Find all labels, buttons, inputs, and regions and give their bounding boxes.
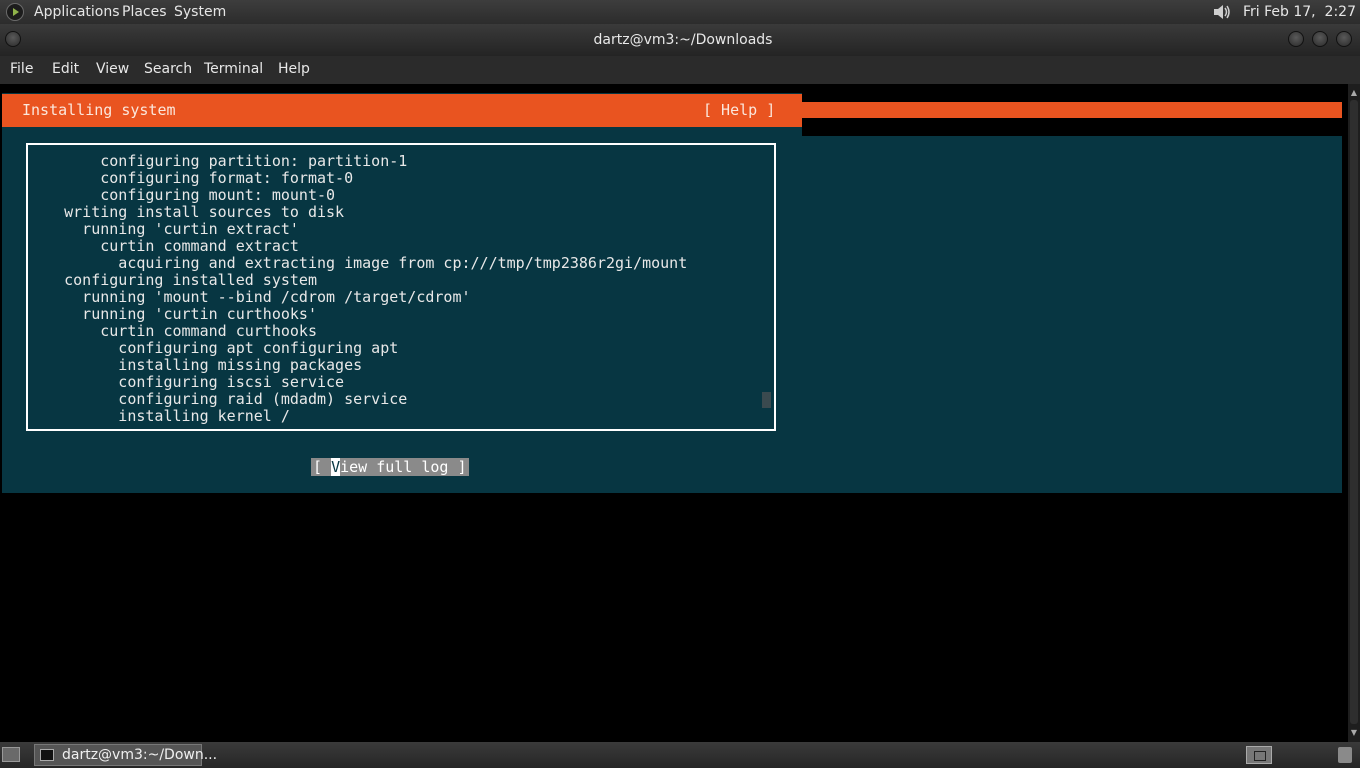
log-line: curtin command curthooks — [28, 322, 317, 340]
log-line: acquiring and extracting image from cp:/… — [28, 254, 688, 272]
log-scroll-indicator[interactable] — [762, 392, 771, 408]
taskbar-item-label: dartz@vm3:~/Down... — [62, 747, 218, 763]
system-menu[interactable]: System — [174, 4, 226, 20]
menu-help[interactable]: Help — [278, 61, 310, 77]
log-line: installing kernel / — [28, 407, 290, 425]
menu-search[interactable]: Search — [144, 61, 192, 77]
taskbar-item-terminal[interactable]: dartz@vm3:~/Down... — [34, 744, 217, 766]
text-cursor: V — [331, 458, 341, 476]
window-title: dartz@vm3:~/Downloads — [593, 32, 773, 48]
view-full-log-button[interactable]: [ View full log ] — [311, 458, 469, 476]
log-line: configuring format: format-0 — [28, 169, 354, 187]
volume-icon[interactable] — [1212, 4, 1232, 20]
log-line: configuring raid (mdadm) service — [28, 390, 408, 408]
terminal-area[interactable]: Installing system [ Help ] configuring p… — [0, 84, 1348, 742]
places-menu[interactable]: Places — [122, 4, 167, 20]
maximize-button[interactable] — [1312, 31, 1328, 47]
header-divider-top — [802, 84, 1342, 102]
show-desktop-icon[interactable] — [2, 747, 20, 762]
install-log-box[interactable]: configuring partition: partition-1 confi… — [26, 143, 776, 431]
log-line: configuring partition: partition-1 — [28, 152, 408, 170]
trash-icon[interactable] — [1338, 747, 1352, 763]
log-line: writing install sources to disk — [28, 203, 345, 221]
view-log-label: iew full log ] — [340, 458, 467, 476]
header-extension — [802, 102, 1342, 118]
applications-menu[interactable]: Applications — [34, 4, 120, 20]
log-line: configuring apt configuring apt — [28, 339, 399, 357]
log-line: running 'mount --bind /cdrom /target/cdr… — [28, 288, 471, 306]
scroll-down-arrow-icon[interactable]: ▼ — [1349, 728, 1359, 738]
clock[interactable]: Fri Feb 17, 2:27 AM — [1243, 4, 1360, 20]
header-divider-bottom — [802, 118, 1342, 136]
log-line: configuring iscsi service — [28, 373, 345, 391]
workspace-switcher-icon[interactable] — [1246, 746, 1272, 764]
log-line: running 'curtin extract' — [28, 220, 299, 238]
menu-terminal[interactable]: Terminal — [204, 61, 263, 77]
close-button[interactable] — [1336, 31, 1352, 47]
menubar: File Edit View Search Terminal Help — [0, 56, 1360, 84]
help-button[interactable]: [ Help ] — [703, 101, 775, 119]
minimize-button[interactable] — [1288, 31, 1304, 47]
log-line: running 'curtin curthooks' — [28, 305, 317, 323]
terminal-icon — [40, 749, 54, 761]
view-log-bracket-open: [ — [313, 458, 332, 476]
menu-view[interactable]: View — [96, 61, 129, 77]
menu-edit[interactable]: Edit — [52, 61, 79, 77]
log-line: curtin command extract — [28, 237, 299, 255]
log-line: installing missing packages — [28, 356, 363, 374]
menu-file[interactable]: File — [10, 61, 33, 77]
bottom-panel: dartz@vm3:~/Down... — [0, 742, 1360, 768]
app-logo-icon[interactable] — [6, 3, 24, 21]
log-line: configuring mount: mount-0 — [28, 186, 336, 204]
workspace-window-icon — [1254, 751, 1266, 761]
log-line: configuring installed system — [28, 271, 317, 289]
scrollbar-thumb[interactable] — [1350, 100, 1358, 724]
installer-title: Installing system — [22, 101, 176, 119]
scroll-up-arrow-icon[interactable]: ▲ — [1349, 88, 1359, 98]
window-title-bar[interactable]: dartz@vm3:~/Downloads — [0, 24, 1360, 56]
top-panel: Applications Places System Fri Feb 17, 2… — [0, 0, 1360, 24]
